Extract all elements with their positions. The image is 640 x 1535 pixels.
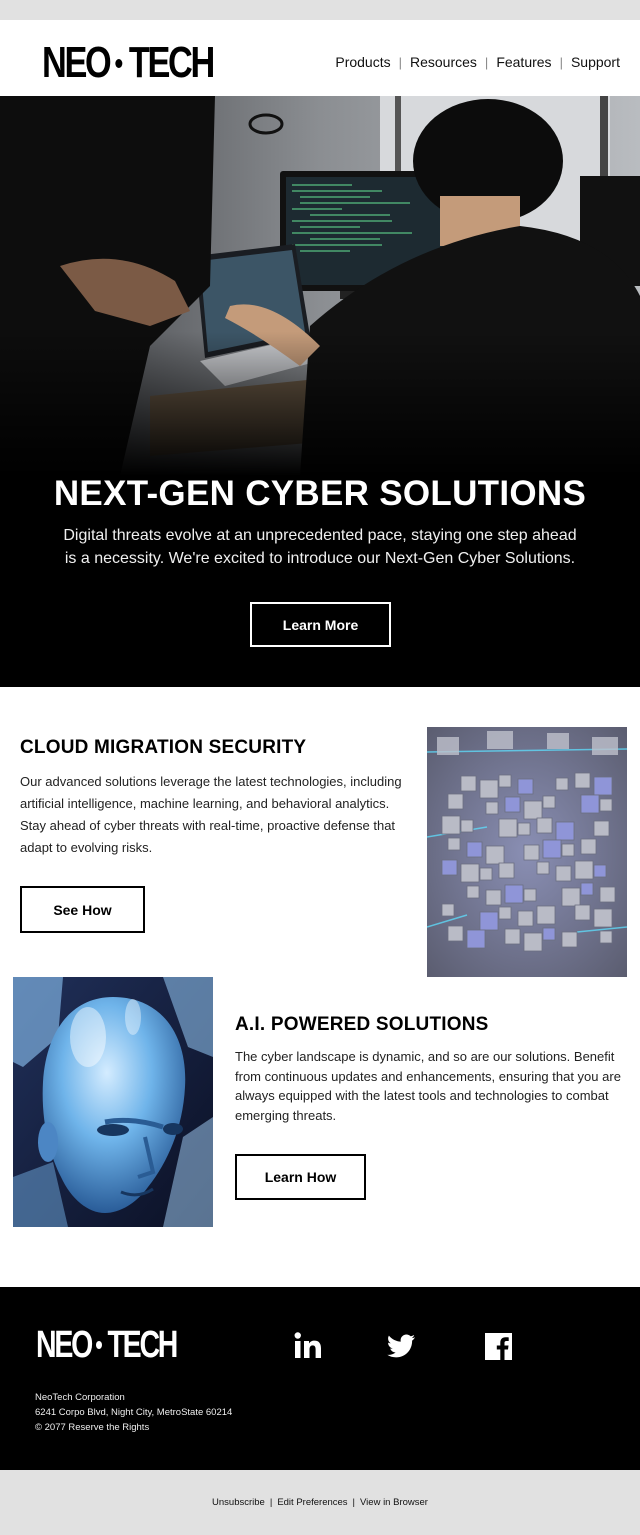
learn-how-button[interactable]: Learn How — [235, 1154, 366, 1200]
bottom-links: Unsubscribe | Edit Preferences | View in… — [0, 1470, 640, 1535]
ai-solutions-text: The cyber landscape is dynamic, and so a… — [235, 1049, 621, 1123]
ai-face-image — [13, 977, 213, 1227]
header: NEO TECH Products | Resources | Features | S… — [0, 20, 640, 96]
twitter-icon[interactable] — [386, 1331, 416, 1361]
footer-logo[interactable]: NEO TECH — [36, 1324, 178, 1366]
logo-word-right: TECH — [107, 1323, 179, 1366]
facebook-icon[interactable] — [484, 1331, 514, 1361]
logo-word-right: TECH — [128, 38, 215, 87]
company-name: NeoTech Corporation — [35, 1392, 125, 1403]
email-page: NEO TECH Products | Resources | Features | S… — [0, 0, 640, 1535]
hero-title: NEXT-GEN CYBER SOLUTIONS — [53, 474, 587, 513]
nav-features[interactable]: Features — [496, 54, 551, 70]
learn-more-button[interactable]: Learn More — [250, 602, 391, 647]
hero-section: NEXT-GEN CYBER SOLUTIONS Digital threats… — [0, 96, 640, 687]
nav-separator: | — [398, 54, 402, 70]
nav-resources[interactable]: Resources — [410, 54, 477, 70]
cloud-migration-text: Our advanced solutions leverage the late… — [20, 774, 402, 855]
company-street: 6241 Corpo Blvd, Night City, MetroState … — [35, 1407, 233, 1418]
footer: NEO TECH NeoTech Corporation 6241 Corpo B… — [0, 1287, 640, 1470]
cloud-migration-title: CLOUD MIGRATION SECURITY — [20, 737, 307, 758]
cubes-image — [427, 727, 627, 977]
view-in-browser-link[interactable]: View in Browser — [360, 1497, 428, 1508]
linkedin-icon[interactable] — [293, 1331, 323, 1361]
link-separator: | — [352, 1497, 356, 1508]
nav-products[interactable]: Products — [335, 54, 390, 70]
nav-separator: | — [484, 54, 489, 70]
logo-dot — [115, 58, 123, 68]
hero-image — [0, 96, 640, 476]
nav-support[interactable]: Support — [571, 54, 620, 70]
copyright-text: © 2077 Reserve the Rights — [35, 1422, 150, 1433]
logo-dot — [96, 1341, 103, 1349]
link-separator: | — [269, 1497, 273, 1508]
content-section: CLOUD MIGRATION SECURITY Our advanced so… — [0, 687, 640, 1287]
top-nav: Products | Resources | Features | Support — [335, 54, 620, 70]
see-how-button[interactable]: See How — [20, 886, 145, 933]
hero-description: Digital threats evolve at an unprecedent… — [63, 527, 577, 567]
edit-preferences-link[interactable]: Edit Preferences — [277, 1497, 347, 1508]
nav-separator: | — [559, 54, 563, 70]
company-address: NeoTech Corporation 6241 Corpo Blvd, Nig… — [35, 1390, 232, 1435]
ai-solutions-title: A.I. POWERED SOLUTIONS — [235, 1014, 489, 1035]
unsubscribe-link[interactable]: Unsubscribe — [212, 1497, 265, 1508]
logo-word-left: NEO — [42, 38, 112, 87]
logo-word-left: NEO — [36, 1323, 93, 1366]
brand-logo[interactable]: NEO TECH — [42, 38, 215, 87]
